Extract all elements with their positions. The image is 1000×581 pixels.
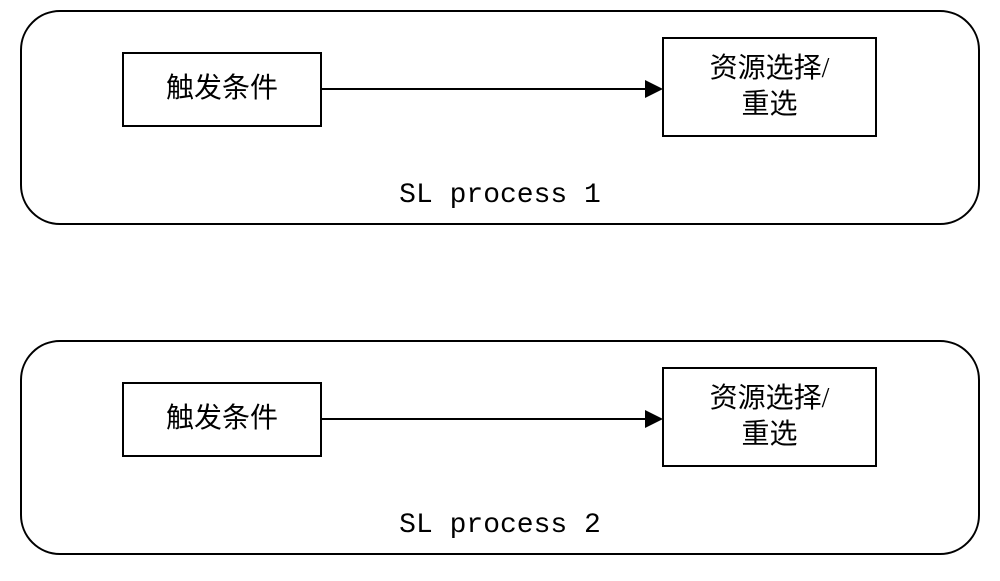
resource-label: 资源选择/重选	[710, 51, 830, 124]
arrow-line	[322, 418, 647, 420]
arrow-head-icon	[645, 410, 663, 428]
resource-label: 资源选择/重选	[710, 381, 830, 454]
resource-selection-box: 资源选择/重选	[662, 37, 877, 137]
process-label: SL process 1	[399, 180, 601, 211]
trigger-condition-box: 触发条件	[122, 382, 322, 457]
resource-selection-box: 资源选择/重选	[662, 367, 877, 467]
process-container-1: 触发条件 资源选择/重选 SL process 1	[20, 10, 980, 225]
trigger-condition-box: 触发条件	[122, 52, 322, 127]
trigger-label: 触发条件	[166, 401, 278, 437]
process-container-2: 触发条件 资源选择/重选 SL process 2	[20, 340, 980, 555]
arrow-line	[322, 88, 647, 90]
trigger-label: 触发条件	[166, 71, 278, 107]
process-label: SL process 2	[399, 510, 601, 541]
arrow-head-icon	[645, 80, 663, 98]
